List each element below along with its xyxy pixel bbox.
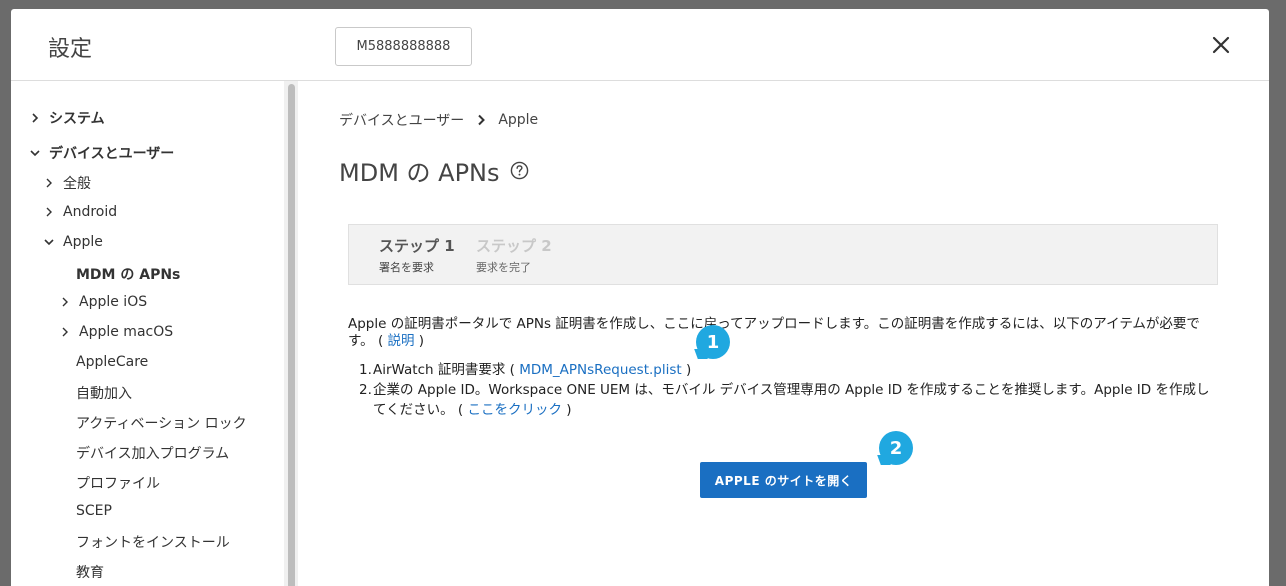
sidebar-item-label: AppleCare [76, 354, 149, 370]
sidebar-item-applecare[interactable]: AppleCare [76, 354, 148, 370]
chevron-right-icon [32, 113, 39, 123]
breadcrumb-parent[interactable]: デバイスとユーザー [339, 110, 464, 130]
intro-paren-open: ( [373, 333, 388, 349]
sidebar-item-dep[interactable]: デバイス加入プログラム [76, 443, 229, 463]
step-title: ステップ 1 [379, 237, 455, 255]
list-number: 2. [359, 382, 372, 398]
close-icon[interactable] [1209, 33, 1233, 57]
sidebar-item-label: システム [49, 111, 105, 127]
sidebar-item-label: 教育 [76, 565, 104, 581]
step-subtitle: 署名を要求 [379, 261, 434, 274]
sidebar-item-apple-ios[interactable]: Apple iOS [59, 294, 147, 310]
download-plist-link[interactable]: MDM_APNsRequest.plist [519, 362, 681, 378]
sidebar-item-scep[interactable]: SCEP [76, 503, 112, 519]
list-item: 2. 企業の Apple ID。Workspace ONE UEM は、モバイル… [359, 380, 1219, 420]
sidebar-item-label: SCEP [76, 503, 112, 519]
scrollbar-thumb[interactable] [288, 84, 295, 586]
requirements-list: 1. AirWatch 証明書要求 ( MDM_APNsRequest.plis… [359, 360, 1219, 420]
explanation-link[interactable]: 説明 [388, 333, 415, 349]
sidebar-item-education[interactable]: 教育 [76, 562, 104, 582]
sidebar-item-label: Apple macOS [79, 324, 174, 340]
sidebar-item-label: フォントをインストール [76, 535, 230, 551]
sidebar-item-label: Android [63, 204, 118, 220]
paren-open: ( [453, 402, 468, 418]
sidebar-item-devices-users[interactable]: デバイスとユーザー [29, 143, 174, 163]
breadcrumb: デバイスとユーザー Apple [339, 110, 538, 130]
sidebar-item-label: 全般 [63, 176, 91, 192]
sidebar-item-label: デバイス加入プログラム [76, 446, 230, 462]
sidebar-item-install-fonts[interactable]: フォントをインストール [76, 532, 230, 552]
sidebar-item-apple[interactable]: Apple [43, 234, 103, 250]
intro-paren-close: ) [414, 333, 425, 349]
step-subtitle: 要求を完了 [476, 261, 531, 274]
main-content: デバイスとユーザー Apple MDM の APNs ステップ 1 署名を要求 … [299, 81, 1269, 586]
organization-group-selector[interactable]: M5888888888 [335, 27, 472, 66]
chevron-right-icon [62, 327, 68, 337]
sidebar-item-label: Apple [63, 234, 103, 250]
sidebar-item-label: 自動加入 [76, 386, 132, 402]
sidebar-item-mdm-apns[interactable]: MDM の APNs [76, 264, 180, 284]
click-here-link[interactable]: ここをクリック [467, 402, 562, 418]
list-number: 1. [359, 362, 372, 378]
sidebar-item-system[interactable]: システム [29, 108, 105, 128]
sidebar-item-apple-macos[interactable]: Apple macOS [59, 324, 173, 340]
chevron-right-icon [46, 207, 52, 217]
chevron-down-icon [30, 150, 40, 157]
paren-open: ( [505, 362, 520, 378]
page-title: MDM の APNs [339, 153, 529, 188]
chevron-right-icon [478, 114, 486, 126]
intro-text: Apple の証明書ポータルで APNs 証明書を作成し、ここに戻ってアップロー… [348, 316, 1218, 350]
help-icon[interactable] [510, 161, 529, 180]
paren-close: ) [681, 362, 692, 378]
wizard-steps: ステップ 1 署名を要求 ステップ 2 要求を完了 [348, 224, 1218, 285]
callout-badge-1: 1 [696, 325, 730, 359]
step-2: ステップ 2 要求を完了 [476, 235, 552, 275]
requirement-text: AirWatch 証明書要求 [373, 362, 506, 378]
sidebar-item-profiles[interactable]: プロファイル [76, 473, 160, 493]
sidebar-item-android[interactable]: Android [43, 204, 117, 220]
settings-sidebar: システム デバイスとユーザー 全般 Android Apple MDM の AP… [11, 81, 298, 586]
step-title: ステップ 2 [476, 237, 552, 255]
page-title-text: MDM の APNs [339, 159, 500, 187]
breadcrumb-current: Apple [498, 112, 539, 128]
sidebar-item-label: プロファイル [76, 476, 160, 492]
chevron-right-icon [62, 297, 68, 307]
sidebar-item-label: Apple iOS [79, 294, 148, 310]
settings-modal: 設定 M5888888888 システム デバイスとユーザー 全般 Android… [11, 9, 1269, 586]
list-item: 1. AirWatch 証明書要求 ( MDM_APNsRequest.plis… [359, 360, 1219, 380]
sidebar-item-label: アクティベーション ロック [76, 416, 247, 432]
sidebar-item-label: MDM の APNs [76, 267, 181, 283]
open-apple-site-button[interactable]: APPLE のサイトを開く [700, 462, 867, 498]
sidebar-item-activation-lock[interactable]: アクティベーション ロック [76, 413, 247, 433]
sidebar-scrollbar[interactable] [284, 81, 298, 586]
callout-badge-2: 2 [879, 431, 913, 465]
paren-close: ) [561, 402, 572, 418]
sidebar-item-auto-enroll[interactable]: 自動加入 [76, 383, 132, 403]
modal-header: 設定 M5888888888 [11, 9, 1269, 81]
sidebar-item-label: デバイスとユーザー [49, 146, 175, 162]
modal-title: 設定 [48, 37, 93, 62]
sidebar-item-general[interactable]: 全般 [43, 173, 91, 193]
step-1: ステップ 1 署名を要求 [379, 235, 455, 275]
intro-body: Apple の証明書ポータルで APNs 証明書を作成し、ここに戻ってアップロー… [348, 316, 1200, 349]
chevron-right-icon [46, 178, 52, 188]
chevron-down-icon [44, 239, 54, 246]
